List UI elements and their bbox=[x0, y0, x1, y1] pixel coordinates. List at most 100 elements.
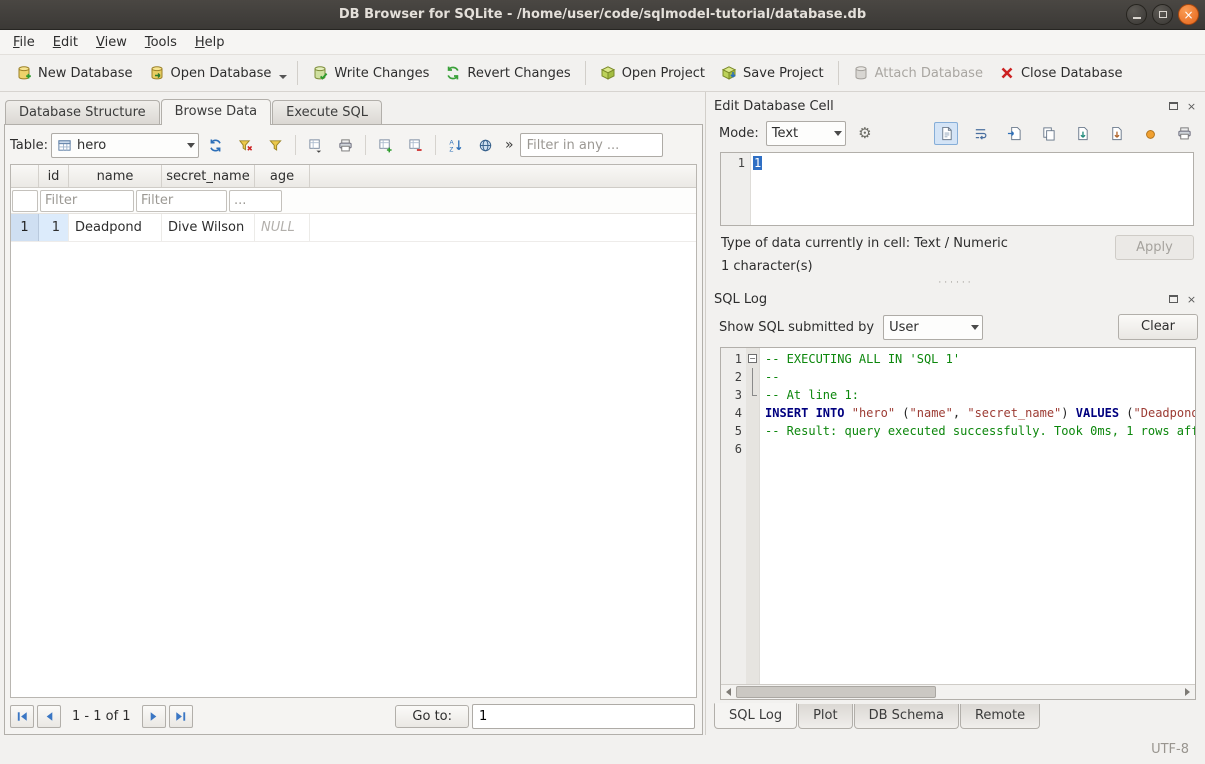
set-null-button[interactable] bbox=[1138, 122, 1162, 145]
encoding-indicator[interactable]: UTF-8 bbox=[1151, 742, 1189, 757]
float-panel-button[interactable] bbox=[1167, 100, 1180, 113]
save-as-button[interactable] bbox=[1104, 122, 1128, 145]
column-header-age[interactable]: age bbox=[255, 165, 310, 187]
chevron-down-icon bbox=[971, 325, 979, 330]
fetch-all-data-button[interactable] bbox=[472, 133, 499, 158]
scroll-left-button[interactable] bbox=[721, 685, 736, 700]
clear-filters-button[interactable] bbox=[232, 133, 259, 158]
cell-editor-content[interactable]: 1 bbox=[751, 153, 764, 225]
revert-changes-button[interactable]: Revert Changes bbox=[437, 60, 578, 86]
print-cell-button[interactable] bbox=[1172, 122, 1196, 145]
tab-sql-log[interactable]: SQL Log bbox=[714, 703, 797, 729]
scrollbar-track[interactable] bbox=[736, 685, 1180, 699]
import-file-icon bbox=[1007, 126, 1022, 141]
goto-button[interactable]: Go to: bbox=[395, 705, 469, 728]
column-header-name[interactable]: name bbox=[69, 165, 162, 187]
open-project-icon bbox=[600, 65, 616, 81]
text-mode-button[interactable] bbox=[934, 122, 958, 145]
print-table-button[interactable] bbox=[332, 133, 359, 158]
grid-corner-cell[interactable] bbox=[11, 165, 39, 187]
tab-plot[interactable]: Plot bbox=[798, 704, 853, 729]
main-tab-bar: Database Structure Browse Data Execute S… bbox=[4, 97, 703, 124]
filter-options-button[interactable] bbox=[262, 133, 289, 158]
write-changes-button[interactable]: Write Changes bbox=[304, 60, 437, 86]
filter-input-secret-name[interactable] bbox=[136, 190, 227, 212]
sort-records-button[interactable]: AZ bbox=[442, 133, 469, 158]
menu-file[interactable]: File bbox=[4, 32, 44, 53]
new-database-button[interactable]: New Database bbox=[8, 60, 141, 86]
open-database-button[interactable]: Open Database bbox=[141, 60, 280, 86]
word-wrap-button[interactable] bbox=[968, 122, 992, 145]
minimize-button[interactable] bbox=[1126, 4, 1147, 25]
sql-log-filter-combobox[interactable]: User bbox=[883, 315, 983, 340]
menu-help[interactable]: Help bbox=[186, 32, 234, 53]
tab-database-structure[interactable]: Database Structure bbox=[5, 100, 160, 124]
sql-log-line: -- EXECUTING ALL IN 'SQL 1' bbox=[765, 350, 1195, 368]
float-panel-icon bbox=[1169, 295, 1178, 303]
row-header[interactable]: 1 bbox=[11, 214, 39, 241]
filter-input-name[interactable] bbox=[40, 190, 134, 212]
fold-margin[interactable]: − bbox=[746, 348, 760, 684]
cell-age[interactable]: NULL bbox=[255, 214, 310, 241]
toolbar-overflow-chevron[interactable]: » bbox=[502, 137, 517, 153]
left-panel: Database Structure Browse Data Execute S… bbox=[0, 92, 705, 735]
apply-button[interactable]: Apply bbox=[1115, 235, 1194, 260]
close-button[interactable]: × bbox=[1178, 4, 1199, 25]
window-title: DB Browser for SQLite - /home/user/code/… bbox=[0, 7, 1205, 22]
dock-splitter[interactable]: ······ bbox=[714, 277, 1198, 288]
new-record-button[interactable] bbox=[372, 133, 399, 158]
cell-name[interactable]: Deadpond bbox=[69, 214, 162, 241]
export-data-button[interactable] bbox=[1070, 122, 1094, 145]
tab-browse-data[interactable]: Browse Data bbox=[161, 99, 272, 125]
delete-record-button[interactable] bbox=[402, 133, 429, 158]
maximize-button[interactable] bbox=[1152, 4, 1173, 25]
menu-tools[interactable]: Tools bbox=[136, 32, 186, 53]
previous-record-button[interactable] bbox=[37, 705, 61, 728]
scroll-right-button[interactable] bbox=[1180, 685, 1195, 700]
chevron-down-icon bbox=[187, 143, 195, 148]
menu-edit[interactable]: Edit bbox=[44, 32, 87, 53]
scrollbar-thumb[interactable] bbox=[736, 686, 936, 698]
close-panel-button[interactable]: × bbox=[1185, 293, 1198, 306]
horizontal-scrollbar[interactable] bbox=[721, 684, 1195, 699]
gear-icon: ⚙ bbox=[858, 126, 871, 141]
import-data-button[interactable] bbox=[1002, 122, 1026, 145]
open-project-label: Open Project bbox=[622, 66, 705, 81]
last-record-button[interactable] bbox=[169, 705, 193, 728]
goto-input[interactable] bbox=[472, 704, 695, 729]
filter-input-id[interactable] bbox=[12, 190, 38, 212]
auto-format-button[interactable]: ⚙ bbox=[853, 122, 877, 145]
fold-marker-icon[interactable]: − bbox=[748, 354, 757, 363]
close-database-button[interactable]: Close Database bbox=[991, 60, 1131, 86]
first-record-button[interactable] bbox=[10, 705, 34, 728]
titlebar[interactable]: DB Browser for SQLite - /home/user/code/… bbox=[0, 0, 1205, 30]
clear-log-button[interactable]: Clear bbox=[1118, 314, 1198, 340]
cell-secret-name[interactable]: Dive Wilson bbox=[162, 214, 255, 241]
sql-log-title: SQL Log bbox=[714, 292, 767, 307]
refresh-button[interactable] bbox=[202, 133, 229, 158]
float-panel-button[interactable] bbox=[1167, 293, 1180, 306]
sql-log-text[interactable]: -- EXECUTING ALL IN 'SQL 1' -- -- At lin… bbox=[760, 348, 1195, 684]
table-combobox[interactable]: hero bbox=[51, 133, 199, 158]
filter-any-input[interactable] bbox=[520, 133, 663, 157]
next-record-button[interactable] bbox=[142, 705, 166, 728]
copy-data-button[interactable] bbox=[1036, 122, 1060, 145]
tab-execute-sql[interactable]: Execute SQL bbox=[272, 100, 382, 124]
tab-remote[interactable]: Remote bbox=[960, 704, 1040, 729]
filter-input-age[interactable] bbox=[229, 190, 282, 212]
open-project-button[interactable]: Open Project bbox=[592, 60, 713, 86]
save-project-button[interactable]: Save Project bbox=[713, 60, 832, 86]
column-header-secret-name[interactable]: secret_name bbox=[162, 165, 255, 187]
export-records-button[interactable] bbox=[302, 133, 329, 158]
tab-db-schema[interactable]: DB Schema bbox=[854, 704, 959, 729]
close-panel-button[interactable]: × bbox=[1185, 100, 1198, 113]
column-header-id[interactable]: id bbox=[39, 165, 69, 187]
mode-combobox[interactable]: Text bbox=[766, 121, 846, 146]
cell-editor[interactable]: 1 1 bbox=[720, 152, 1194, 226]
menu-view[interactable]: View bbox=[87, 32, 136, 53]
sql-log-line-numbers: 1 2 3 4 5 6 bbox=[721, 348, 746, 684]
svg-text:A: A bbox=[449, 139, 454, 146]
cell-id[interactable]: 1 bbox=[39, 214, 69, 241]
open-database-menu-arrow[interactable] bbox=[279, 75, 287, 79]
sql-log-view[interactable]: 1 2 3 4 5 6 − bbox=[720, 347, 1196, 700]
